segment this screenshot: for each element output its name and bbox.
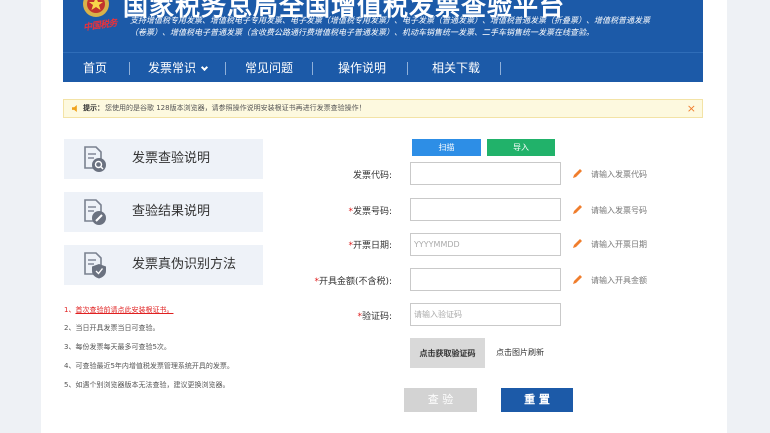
- check-button[interactable]: 查 验: [404, 388, 477, 412]
- site-subtitle: 支持增值税专用发票、增值税电子专用发票、电子发票（增值税专用发票）、电子发票（普…: [130, 15, 700, 39]
- document-shield-icon: [84, 252, 106, 279]
- subtitle-line-1: 支持增值税专用发票、增值税电子专用发票、电子发票（增值税专用发票）、电子发票（普…: [130, 16, 650, 25]
- main-nav: 首页 发票常识 常见问题 操作说明 相关下载: [63, 52, 703, 82]
- note-item-5: 5、如遇个别浏览器版本无法查验，建议更换浏览器。: [64, 381, 230, 389]
- invoice-amount-input[interactable]: [410, 268, 561, 291]
- invoice-code-input[interactable]: [410, 162, 561, 185]
- notice-message: 您使用的是谷歌 128版本浏览器，请参照操作说明安装根证书再进行发票查验操作！: [105, 104, 366, 112]
- note-number: 1、: [64, 306, 76, 314]
- captcha-refresh-text[interactable]: 点击图片刷新: [496, 347, 544, 358]
- nav-divider: [407, 62, 408, 75]
- invoice-code-hint: 请输入发票代码: [591, 170, 647, 179]
- nav-divider: [500, 62, 501, 75]
- pencil-icon: [573, 275, 582, 284]
- invoice-number-hint: 请输入发票号码: [591, 206, 647, 215]
- invoice-amount-label: *开具金额(不含税):: [282, 274, 392, 287]
- nav-invoice-knowledge[interactable]: 发票常识: [148, 53, 209, 83]
- invoice-number-label-text: 发票号码:: [352, 207, 392, 217]
- invoice-date-hint: 请输入开票日期: [591, 240, 647, 249]
- note-item-2: 2、当日开具发票当日可查验。: [64, 324, 160, 332]
- document-search-icon: [84, 146, 106, 172]
- invoice-date-label: *开票日期:: [282, 238, 392, 251]
- invoice-amount-hint: 请输入开具金额: [591, 276, 647, 285]
- chevron-down-icon: [200, 63, 209, 72]
- site-header: 中国税务 国家税务总局全国增值税发票查验平台 支持增值税专用发票、增值税电子专用…: [63, 0, 703, 52]
- invoice-code-label: 发票代码:: [352, 171, 392, 181]
- pencil-icon: [573, 205, 582, 214]
- captcha-label-text: 验证码:: [361, 312, 392, 322]
- reset-button[interactable]: 重 置: [501, 388, 573, 412]
- nav-downloads[interactable]: 相关下载: [432, 53, 480, 83]
- captcha-input[interactable]: [410, 303, 561, 326]
- install-certificate-link[interactable]: 首次查验前请点此安装根证书。: [75, 306, 173, 314]
- card-authenticity-guide[interactable]: 发票真伪识别方法: [64, 245, 263, 285]
- invoice-number-label: *发票号码:: [282, 204, 392, 217]
- captcha-label: *验证码:: [282, 309, 392, 322]
- nav-home[interactable]: 首页: [83, 53, 107, 83]
- speaker-icon: [72, 105, 77, 112]
- card-label: 发票查验说明: [132, 151, 211, 166]
- card-invoice-check-guide[interactable]: 发票查验说明: [64, 139, 263, 179]
- nav-divider: [129, 62, 130, 75]
- scan-button[interactable]: 扫描: [412, 139, 481, 156]
- pencil-icon: [573, 169, 582, 178]
- card-result-guide[interactable]: 查验结果说明: [64, 192, 263, 232]
- nav-instructions[interactable]: 操作说明: [338, 53, 386, 83]
- subtitle-line-2: （卷票）、增值税电子普通发票（含收费公路通行费增值税电子普通发票）、机动车销售统…: [130, 28, 594, 37]
- nav-divider: [225, 62, 226, 75]
- document-edit-icon: [84, 199, 106, 225]
- invoice-number-input[interactable]: [410, 198, 561, 221]
- captcha-image-button[interactable]: 点击获取验证码: [410, 338, 485, 368]
- card-label: 发票真伪识别方法: [132, 257, 237, 272]
- note-item-1: 1、首次查验前请点此安装根证书。: [64, 305, 173, 315]
- nav-invoice-knowledge-label: 发票常识: [148, 61, 197, 75]
- notice-label: 提示：: [83, 104, 104, 112]
- note-item-4: 4、可查验最近5年内增值税发票管理系统开具的发票。: [64, 362, 234, 370]
- invoice-date-input[interactable]: [410, 233, 561, 256]
- nav-divider: [312, 62, 313, 75]
- import-button[interactable]: 导入: [487, 139, 555, 156]
- nav-faq[interactable]: 常见问题: [245, 53, 293, 83]
- invoice-date-label-text: 开票日期:: [352, 241, 392, 251]
- pencil-icon: [573, 239, 582, 248]
- close-icon[interactable]: ×: [687, 100, 696, 117]
- card-label: 查验结果说明: [132, 204, 211, 219]
- notice-bar: 提示： 您使用的是谷歌 128版本浏览器，请参照操作说明安装根证书再进行发票查验…: [63, 99, 703, 118]
- note-item-3: 3、每份发票每天最多可查验5次。: [64, 343, 171, 351]
- invoice-amount-label-text: 开具金额(不含税):: [318, 277, 392, 287]
